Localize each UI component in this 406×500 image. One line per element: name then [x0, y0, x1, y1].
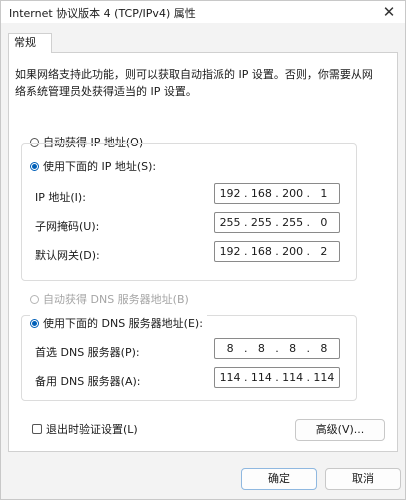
radio-checked-icon	[30, 318, 39, 328]
dialog-window: Internet 协议版本 4 (TCP/IPv4) 属性 ✕ 常规 如果网络支…	[0, 0, 406, 500]
window-title: Internet 协议版本 4 (TCP/IPv4) 属性	[9, 7, 196, 20]
gw-octet-4: 2	[320, 245, 328, 258]
adns-octet-1: 114	[219, 371, 241, 384]
mask-octet-4: 0	[320, 216, 328, 229]
subnet-mask-label: 子网掩码(U):	[35, 220, 100, 233]
alternate-dns-label: 备用 DNS 服务器(A):	[35, 375, 141, 388]
subnet-mask-field[interactable]: 255. 255. 255. 0	[214, 212, 340, 233]
ok-button[interactable]: 确定	[241, 468, 317, 490]
adns-octet-3: 114	[282, 371, 304, 384]
ip-octet-4: 1	[320, 187, 328, 200]
title-bar: Internet 协议版本 4 (TCP/IPv4) 属性 ✕	[1, 1, 405, 23]
adns-octet-4: 114	[313, 371, 335, 384]
mask-octet-1: 255	[219, 216, 241, 229]
close-icon[interactable]: ✕	[377, 2, 401, 22]
mask-octet-3: 255	[282, 216, 304, 229]
alternate-dns-field[interactable]: 114. 114. 114. 114	[214, 367, 340, 388]
gw-octet-2: 168	[250, 245, 272, 258]
pdns-octet-3: 8	[289, 342, 297, 355]
checkbox-unchecked-icon	[32, 424, 42, 434]
tab-general[interactable]: 常规	[8, 33, 52, 53]
auto-dns-radio[interactable]: 自动获得 DNS 服务器地址(B)	[30, 291, 193, 307]
pdns-octet-4: 8	[320, 342, 328, 355]
cancel-button[interactable]: 取消	[325, 468, 401, 490]
manual-ip-label: 使用下面的 IP 地址(S):	[43, 160, 157, 173]
ip-address-label: IP 地址(I):	[35, 191, 86, 204]
radio-disabled-icon	[30, 294, 39, 304]
gateway-field[interactable]: 192. 168. 200. 2	[214, 241, 340, 262]
pdns-octet-2: 8	[257, 342, 265, 355]
manual-ip-radio[interactable]: 使用下面的 IP 地址(S):	[30, 158, 161, 174]
pdns-octet-1: 8	[226, 342, 234, 355]
auto-dns-label: 自动获得 DNS 服务器地址(B)	[43, 293, 189, 306]
manual-dns-label: 使用下面的 DNS 服务器地址(E):	[43, 317, 203, 330]
gateway-label: 默认网关(D):	[35, 249, 100, 262]
description-text: 如果网络支持此功能，则可以获取自动指派的 IP 设置。否则，你需要从网 络系统管…	[15, 66, 385, 100]
advanced-button[interactable]: 高级(V)...	[295, 419, 385, 441]
gw-octet-3: 200	[282, 245, 304, 258]
mask-octet-2: 255	[250, 216, 272, 229]
general-panel: 如果网络支持此功能，则可以获取自动指派的 IP 设置。否则，你需要从网 络系统管…	[8, 52, 398, 452]
ip-address-field[interactable]: 192. 168. 200. 1	[214, 183, 340, 204]
manual-dns-radio[interactable]: 使用下面的 DNS 服务器地址(E):	[30, 315, 207, 331]
preferred-dns-label: 首选 DNS 服务器(P):	[35, 346, 140, 359]
preferred-dns-field[interactable]: 8. 8. 8. 8	[214, 338, 340, 359]
validate-checkbox[interactable]: 退出时验证设置(L)	[32, 421, 138, 437]
validate-label: 退出时验证设置(L)	[46, 423, 138, 436]
ip-octet-3: 200	[282, 187, 304, 200]
gw-octet-1: 192	[219, 245, 241, 258]
radio-checked-icon	[30, 161, 39, 171]
ip-octet-1: 192	[219, 187, 241, 200]
description-line-1: 如果网络支持此功能，则可以获取自动指派的 IP 设置。否则，你需要从网	[15, 68, 373, 81]
ip-octet-2: 168	[250, 187, 272, 200]
adns-octet-2: 114	[250, 371, 272, 384]
description-line-2: 络系统管理员处获得适当的 IP 设置。	[15, 85, 197, 98]
